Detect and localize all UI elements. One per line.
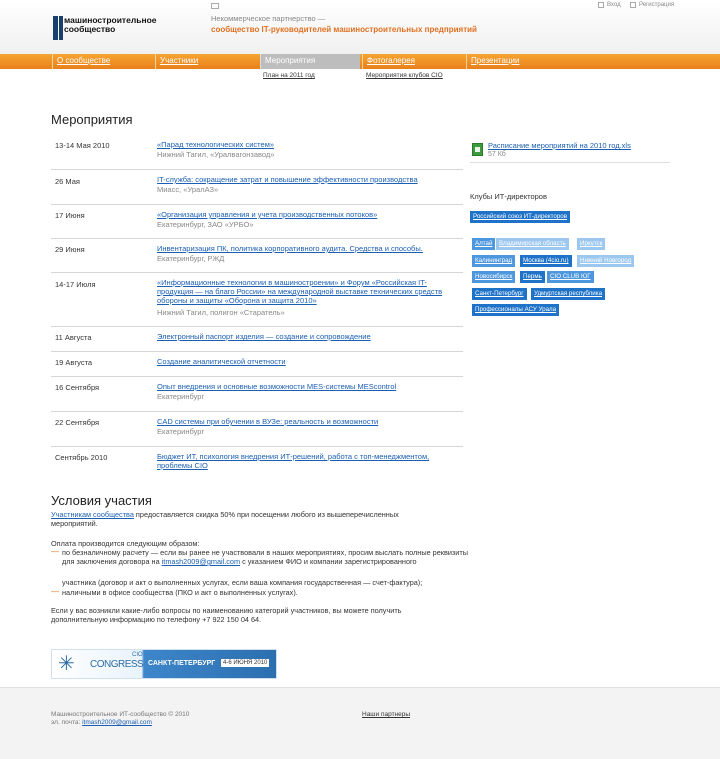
event-row: 11 Августа Электронный паспорт изделия —… [51, 327, 463, 352]
mail-icon[interactable] [211, 3, 219, 9]
excel-file-icon [472, 143, 483, 156]
tagline-top: Некоммерческое партнерство — [211, 14, 326, 23]
payment-intro: Оплата производится следующим образом: [51, 539, 200, 548]
banner-date: 4-6 ИЮНЯ 2010 [221, 659, 270, 667]
bullet1-text-end: с указанием ФИО и компании зарегистриров… [240, 557, 417, 566]
register-link[interactable]: Регистрация [630, 2, 674, 8]
event-link[interactable]: «Организация управления и учета производ… [157, 210, 457, 219]
club-tag[interactable]: Калининград [472, 255, 516, 267]
club-tag[interactable]: Санкт-Петербург [472, 288, 527, 300]
event-link[interactable]: Опыт внедрения и основные возможности ME… [157, 382, 457, 391]
event-date: Сентябрь 2010 [55, 453, 108, 462]
club-tag[interactable]: Иркутск [577, 238, 606, 250]
footer-email-label: эл. почта: [51, 719, 83, 726]
register-icon [630, 2, 636, 8]
congress-star-icon: ✳ [58, 653, 75, 675]
nav-presentations[interactable]: Презентации [466, 54, 568, 69]
conditions-title: Условия участия [51, 493, 152, 508]
club-tag[interactable]: Алтай [472, 238, 496, 250]
club-tag[interactable]: Москва (4cio.ru) [520, 255, 572, 267]
club-tag[interactable]: Удмуртская республика [531, 288, 606, 300]
event-row: 29 Июня Инвентаризация ПК, политика корп… [51, 239, 463, 273]
members-link[interactable]: Участникам сообщества [51, 510, 134, 519]
event-link[interactable]: «Парад технологических систем» [157, 140, 457, 149]
event-date: 22 Сентября [55, 418, 100, 427]
schedule-file-link[interactable]: Расписание мероприятий на 2010 год.xls [488, 141, 631, 150]
nav-gallery[interactable]: Фотогалерея [362, 54, 464, 69]
payment-bullet-2: наличными в офисе сообщества (ПКО и акт … [62, 588, 298, 597]
club-tag[interactable]: Владимирская область [496, 238, 569, 250]
banner-cio: CIO [132, 652, 143, 658]
event-row: 22 Сентября CAD системы при обучении в В… [51, 412, 463, 447]
logo-icon[interactable] [53, 16, 63, 40]
tagline-main: сообщество IT-руководителей машиностроит… [211, 25, 477, 34]
nav-events[interactable]: Мероприятия [260, 54, 360, 69]
page-title: Мероприятия [51, 112, 133, 127]
club-tag[interactable]: Профессионалы АСУ Урала [472, 304, 560, 316]
event-location: Екатеринбург, ЗАО «УРБО» [157, 220, 254, 229]
event-date: 19 Августа [55, 358, 93, 367]
event-location: Екатеринбург [157, 427, 205, 436]
footer-email-link[interactable]: itmash2009@gmail.com [82, 719, 152, 726]
event-link[interactable]: «Информационные технологии в машинострое… [157, 278, 457, 305]
event-row: 13-14 Мая 2010 «Парад технологических си… [51, 134, 463, 170]
footer-copyright: Машиностроительное ИТ-сообщество © 2010 [51, 711, 190, 718]
event-date: 29 Июня [55, 245, 85, 254]
event-row: 16 Сентября Опыт внедрения и основные во… [51, 377, 463, 412]
event-row: Сентябрь 2010 Бюджет ИТ, психология внед… [51, 447, 463, 477]
event-link[interactable]: CAD системы при обучении в ВУЗе: реально… [157, 417, 457, 426]
sidebar-divider [470, 162, 670, 163]
club-tag[interactable]: Нижний Новгород [577, 255, 635, 267]
banner-congress: CONGRESS [90, 659, 144, 670]
file-size: 57 Кб [488, 151, 506, 158]
event-location: Миасс, «УралАЗ» [157, 185, 219, 194]
clubs-title: Клубы ИТ-директоров [470, 192, 547, 201]
footer-email: эл. почта: itmash2009@gmail.com [51, 719, 152, 727]
club-tag[interactable]: Пермь [520, 271, 545, 283]
login-icon [598, 2, 604, 8]
bullet-dash: — [51, 587, 59, 596]
nav-about[interactable]: О сообществе [52, 54, 154, 69]
event-link[interactable]: Электронный паспорт изделия — создание и… [157, 332, 457, 341]
event-row: 26 Мая IT-служба: сокращение затрат и по… [51, 170, 463, 205]
banner-city: САНКТ-ПЕТЕРБУРГ [148, 660, 216, 667]
payment-bullet-1: по безналичному расчету — если вы ранее … [62, 548, 472, 566]
cio-congress-banner[interactable]: ✳ CIO CONGRESS САНКТ-ПЕТЕРБУРГ 4-6 ИЮНЯ … [51, 649, 277, 679]
event-link[interactable]: Создание аналитической отчетности [157, 357, 457, 366]
bullet-dash: — [51, 547, 59, 556]
conditions-text: Участникам сообщества предоставляется ск… [51, 510, 431, 528]
event-link[interactable]: Бюджет ИТ, психология внедрения ИТ-решен… [157, 452, 457, 470]
nav-members[interactable]: Участники [155, 54, 257, 69]
event-location: Нижний Тагил, полигон «Старатель» [157, 308, 285, 317]
club-tag[interactable]: Новосибирск [472, 271, 516, 283]
event-date: 11 Августа [55, 333, 92, 342]
subnav-plan-2011[interactable]: План на 2011 год [263, 72, 315, 79]
event-date: 13-14 Мая 2010 [55, 141, 110, 150]
event-row: 14-17 Июля «Информационные технологии в … [51, 273, 463, 327]
event-row: 17 Июня «Организация управления и учета … [51, 205, 463, 239]
event-date: 17 Июня [55, 211, 85, 220]
footer-partners-link[interactable]: Наши партнеры [362, 711, 410, 719]
subnav-cio-clubs[interactable]: Мероприятия клубов CIO [366, 72, 443, 79]
event-location: Нижний Тагил, «Уралвагонзавод» [157, 150, 275, 159]
register-label[interactable]: Регистрация [639, 2, 674, 8]
event-link[interactable]: Инвентаризация ПК, политика корпоративно… [157, 244, 457, 253]
contact-info: Если у вас возникли какие-либо вопросы п… [51, 606, 402, 624]
event-location: Екатеринбург [157, 392, 205, 401]
login-link[interactable]: Вход [598, 2, 621, 8]
email-link[interactable]: itmash2009@gmail.com [162, 557, 240, 566]
club-main[interactable]: Российский союз ИТ-директоров [470, 211, 571, 223]
event-date: 16 Сентября [55, 383, 100, 392]
club-tag[interactable]: CIO CLUB ЮГ [547, 271, 594, 283]
logo-text[interactable]: машиностроительное сообщество [64, 16, 164, 34]
login-label[interactable]: Вход [607, 2, 621, 8]
event-location: Екатеринбург, РЖД [157, 254, 225, 263]
event-link[interactable]: IT-служба: сокращение затрат и повышение… [157, 175, 457, 184]
payment-bullet-1-cont: участника (договор и акт о выполненных у… [62, 578, 423, 587]
event-date: 14-17 Июля [55, 280, 96, 289]
event-date: 26 Мая [55, 177, 80, 186]
event-row: 19 Августа Создание аналитической отчетн… [51, 352, 463, 377]
